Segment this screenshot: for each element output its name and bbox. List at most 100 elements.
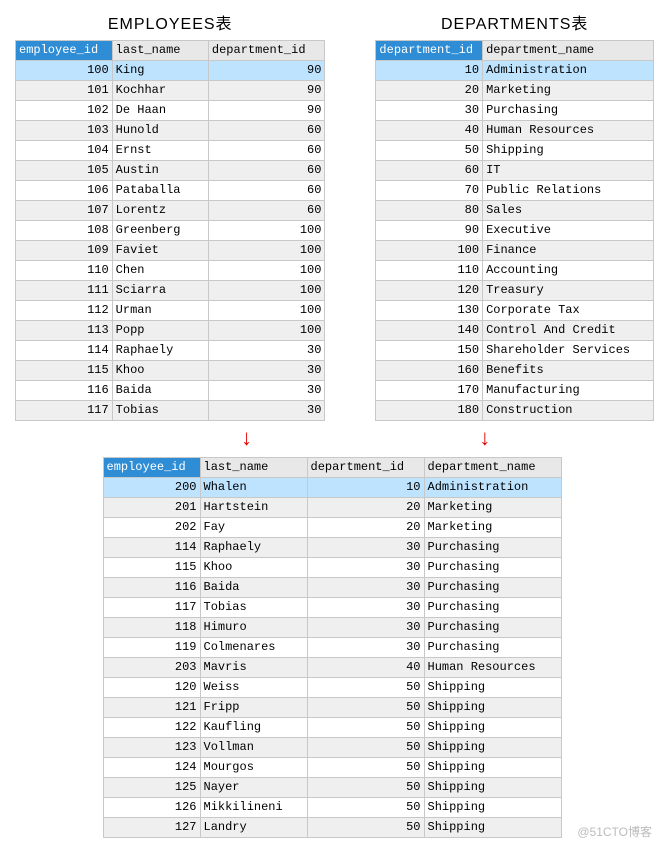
table-row: 130Corporate Tax bbox=[376, 301, 654, 321]
cell: Shipping bbox=[424, 718, 561, 738]
cell: 60 bbox=[208, 121, 325, 141]
cell: 140 bbox=[376, 321, 483, 341]
cell: 200 bbox=[103, 478, 200, 498]
table-row: 100King90 bbox=[16, 61, 325, 81]
departments-table: department_iddepartment_name10Administra… bbox=[375, 40, 654, 421]
cell: 170 bbox=[376, 381, 483, 401]
cell: 60 bbox=[208, 201, 325, 221]
cell: 90 bbox=[208, 101, 325, 121]
cell: Chen bbox=[112, 261, 208, 281]
cell: Purchasing bbox=[424, 598, 561, 618]
cell: Shipping bbox=[424, 818, 561, 838]
cell: 50 bbox=[307, 798, 424, 818]
table-row: 109Faviet100 bbox=[16, 241, 325, 261]
employees-table: employee_idlast_namedepartment_id100King… bbox=[15, 40, 325, 421]
cell: 40 bbox=[307, 658, 424, 678]
cell: Landry bbox=[200, 818, 307, 838]
cell: IT bbox=[483, 161, 654, 181]
cell: Weiss bbox=[200, 678, 307, 698]
employees-title: EMPLOYEES表 bbox=[108, 10, 233, 34]
cell: Shipping bbox=[424, 798, 561, 818]
top-tables-row: EMPLOYEES表 employee_idlast_namedepartmen… bbox=[10, 10, 654, 421]
cell: 203 bbox=[103, 658, 200, 678]
cell: Construction bbox=[483, 401, 654, 421]
cell: Shipping bbox=[424, 758, 561, 778]
table-row: 103Hunold60 bbox=[16, 121, 325, 141]
cell: Purchasing bbox=[424, 638, 561, 658]
cell: Control And Credit bbox=[483, 321, 654, 341]
cell: 20 bbox=[376, 81, 483, 101]
cell: 115 bbox=[16, 361, 113, 381]
cell: Executive bbox=[483, 221, 654, 241]
table-row: 105Austin60 bbox=[16, 161, 325, 181]
cell: Human Resources bbox=[483, 121, 654, 141]
table-row: 115Khoo30Purchasing bbox=[103, 558, 561, 578]
cell: Colmenares bbox=[200, 638, 307, 658]
cell: Raphaely bbox=[200, 538, 307, 558]
cell: Kaufling bbox=[200, 718, 307, 738]
cell: 30 bbox=[376, 101, 483, 121]
cell: 100 bbox=[376, 241, 483, 261]
cell: 120 bbox=[103, 678, 200, 698]
arrow-down-icon: ↓ bbox=[478, 429, 491, 451]
column-header: department_id bbox=[307, 458, 424, 478]
cell: 126 bbox=[103, 798, 200, 818]
cell: Purchasing bbox=[424, 558, 561, 578]
cell: 30 bbox=[208, 361, 325, 381]
cell: Hunold bbox=[112, 121, 208, 141]
cell: 116 bbox=[16, 381, 113, 401]
watermark: @51CTO博客 bbox=[577, 823, 652, 840]
cell: Kochhar bbox=[112, 81, 208, 101]
cell: 114 bbox=[103, 538, 200, 558]
table-row: 119Colmenares30Purchasing bbox=[103, 638, 561, 658]
cell: De Haan bbox=[112, 101, 208, 121]
cell: 20 bbox=[307, 498, 424, 518]
cell: Human Resources bbox=[424, 658, 561, 678]
table-row: 110Accounting bbox=[376, 261, 654, 281]
cell: Raphaely bbox=[112, 341, 208, 361]
cell: King bbox=[112, 61, 208, 81]
table-row: 120Treasury bbox=[376, 281, 654, 301]
table-row: 126Mikkilineni50Shipping bbox=[103, 798, 561, 818]
table-row: 50Shipping bbox=[376, 141, 654, 161]
cell: 100 bbox=[16, 61, 113, 81]
cell: Lorentz bbox=[112, 201, 208, 221]
table-row: 127Landry50Shipping bbox=[103, 818, 561, 838]
table-row: 140Control And Credit bbox=[376, 321, 654, 341]
cell: 50 bbox=[307, 758, 424, 778]
cell: Administration bbox=[483, 61, 654, 81]
cell: Urman bbox=[112, 301, 208, 321]
cell: 50 bbox=[307, 778, 424, 798]
cell: 60 bbox=[208, 161, 325, 181]
cell: 50 bbox=[376, 141, 483, 161]
cell: Popp bbox=[112, 321, 208, 341]
column-header: employee_id bbox=[16, 41, 113, 61]
cell: Khoo bbox=[200, 558, 307, 578]
cell: Administration bbox=[424, 478, 561, 498]
column-header: last_name bbox=[200, 458, 307, 478]
cell: 100 bbox=[208, 301, 325, 321]
table-row: 170Manufacturing bbox=[376, 381, 654, 401]
table-row: 118Himuro30Purchasing bbox=[103, 618, 561, 638]
column-header: employee_id bbox=[103, 458, 200, 478]
table-row: 117Tobias30 bbox=[16, 401, 325, 421]
table-row: 100Finance bbox=[376, 241, 654, 261]
table-row: 180Construction bbox=[376, 401, 654, 421]
cell: Public Relations bbox=[483, 181, 654, 201]
cell: 30 bbox=[208, 401, 325, 421]
table-row: 70Public Relations bbox=[376, 181, 654, 201]
table-row: 111Sciarra100 bbox=[16, 281, 325, 301]
cell: 103 bbox=[16, 121, 113, 141]
table-row: 10Administration bbox=[376, 61, 654, 81]
table-row: 202Fay20Marketing bbox=[103, 518, 561, 538]
cell: 202 bbox=[103, 518, 200, 538]
table-row: 120Weiss50Shipping bbox=[103, 678, 561, 698]
cell: 115 bbox=[103, 558, 200, 578]
cell: Shipping bbox=[424, 698, 561, 718]
table-row: 102De Haan90 bbox=[16, 101, 325, 121]
cell: 20 bbox=[307, 518, 424, 538]
cell: 102 bbox=[16, 101, 113, 121]
cell: Greenberg bbox=[112, 221, 208, 241]
cell: Vollman bbox=[200, 738, 307, 758]
column-header: department_id bbox=[208, 41, 325, 61]
